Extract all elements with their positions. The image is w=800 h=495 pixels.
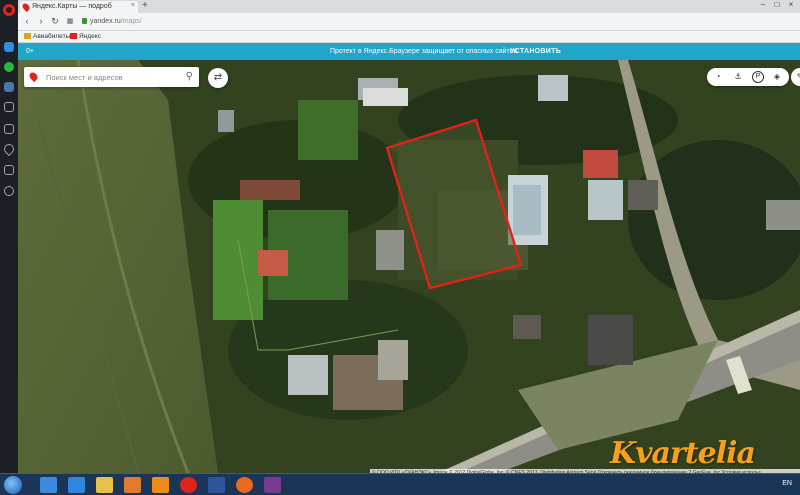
yandex-maps-favicon-icon bbox=[21, 2, 31, 12]
opera-icon[interactable] bbox=[180, 477, 197, 493]
firefox-icon[interactable] bbox=[236, 477, 253, 493]
vk-icon[interactable] bbox=[4, 82, 14, 92]
ie-icon[interactable] bbox=[40, 477, 57, 493]
speed-dial-icon[interactable] bbox=[4, 124, 14, 134]
close-window-icon[interactable]: × bbox=[784, 0, 798, 9]
search-icon[interactable]: ⚲ bbox=[186, 71, 193, 82]
screen: Яндекс.Карты — подроб × + – □ × ‹ › ↻ ▦ … bbox=[0, 0, 800, 495]
yandex-pin-icon bbox=[27, 70, 40, 83]
url-field[interactable]: yandex.ru/maps/ bbox=[90, 18, 142, 25]
history-icon[interactable] bbox=[4, 186, 14, 196]
tab-yandex-maps[interactable]: Яндекс.Карты — подроб × bbox=[20, 1, 138, 13]
snapshot-icon[interactable] bbox=[4, 102, 14, 112]
protect-banner: 0+ Протект в Яндекс.Браузере защищает от… bbox=[18, 43, 800, 60]
route-icon[interactable]: ⇄ bbox=[208, 68, 228, 88]
paint-icon[interactable] bbox=[124, 477, 141, 493]
news-icon[interactable] bbox=[4, 165, 14, 175]
winrar-icon[interactable] bbox=[264, 477, 281, 493]
bookmark-avia[interactable]: Авиабилеты bbox=[24, 33, 70, 40]
new-tab-icon[interactable]: + bbox=[142, 0, 148, 11]
address-bar: ‹ › ↻ ▦ yandex.ru/maps/ bbox=[18, 13, 800, 31]
panorama-icon[interactable]: ⚓ bbox=[732, 71, 744, 83]
bookmarks-bar: Авиабилеты Яндекс bbox=[18, 31, 800, 43]
minimize-icon[interactable]: – bbox=[756, 0, 770, 9]
whatsapp-icon[interactable] bbox=[4, 62, 14, 72]
age-rating: 0+ bbox=[26, 48, 34, 55]
tabs-grid-icon[interactable]: ▦ bbox=[64, 17, 76, 25]
explorer-icon[interactable] bbox=[96, 477, 113, 493]
language-indicator[interactable]: EN bbox=[782, 480, 792, 487]
tab-close-icon[interactable]: × bbox=[131, 2, 135, 9]
forward-icon[interactable]: › bbox=[35, 16, 47, 26]
url-host: yandex.ru bbox=[90, 18, 121, 25]
layers-icon[interactable]: ◈ bbox=[771, 71, 783, 83]
messenger-icon[interactable] bbox=[4, 42, 14, 52]
secure-lock-icon bbox=[82, 18, 87, 24]
tab-strip: Яндекс.Карты — подроб × + – □ × bbox=[18, 0, 800, 13]
url-path: /maps/ bbox=[120, 18, 142, 25]
install-button[interactable]: УСТАНОВИТЬ bbox=[510, 48, 561, 55]
satellite-imagery bbox=[18, 60, 800, 473]
search-input[interactable]: Поиск мест и адресов bbox=[46, 73, 123, 82]
start-button[interactable] bbox=[4, 476, 22, 494]
maximize-icon[interactable]: □ bbox=[770, 0, 784, 9]
bookmark-yandex[interactable]: Яндекс bbox=[70, 33, 101, 40]
app-orange-icon[interactable] bbox=[152, 477, 169, 493]
back-icon[interactable]: ‹ bbox=[21, 16, 33, 26]
media-player-icon[interactable] bbox=[68, 477, 85, 493]
heart-icon[interactable] bbox=[1, 141, 17, 157]
bookmark-label: Яндекс bbox=[79, 33, 101, 40]
opera-logo-icon[interactable] bbox=[3, 4, 15, 16]
map-tools: ◔ ⚓ P ◈ bbox=[707, 68, 789, 86]
reload-icon[interactable]: ↻ bbox=[49, 16, 61, 27]
kvartelia-watermark: Kvartelia bbox=[610, 436, 756, 471]
traffic-icon[interactable]: ◔ bbox=[712, 71, 724, 83]
bookmark-label: Авиабилеты bbox=[33, 33, 71, 40]
parking-icon[interactable]: P bbox=[752, 71, 764, 83]
tab-title: Яндекс.Карты — подроб bbox=[32, 3, 112, 10]
map-search-box[interactable]: Поиск мест и адресов ⚲ bbox=[24, 67, 199, 87]
banner-message: Протект в Яндекс.Браузере защищает от оп… bbox=[330, 48, 518, 55]
satellite-map[interactable] bbox=[18, 60, 800, 473]
word-icon[interactable] bbox=[208, 477, 225, 493]
yandex-icon bbox=[70, 33, 77, 39]
opera-sidebar bbox=[0, 0, 18, 473]
windows-taskbar: EN bbox=[0, 473, 800, 495]
plane-icon bbox=[24, 33, 31, 39]
